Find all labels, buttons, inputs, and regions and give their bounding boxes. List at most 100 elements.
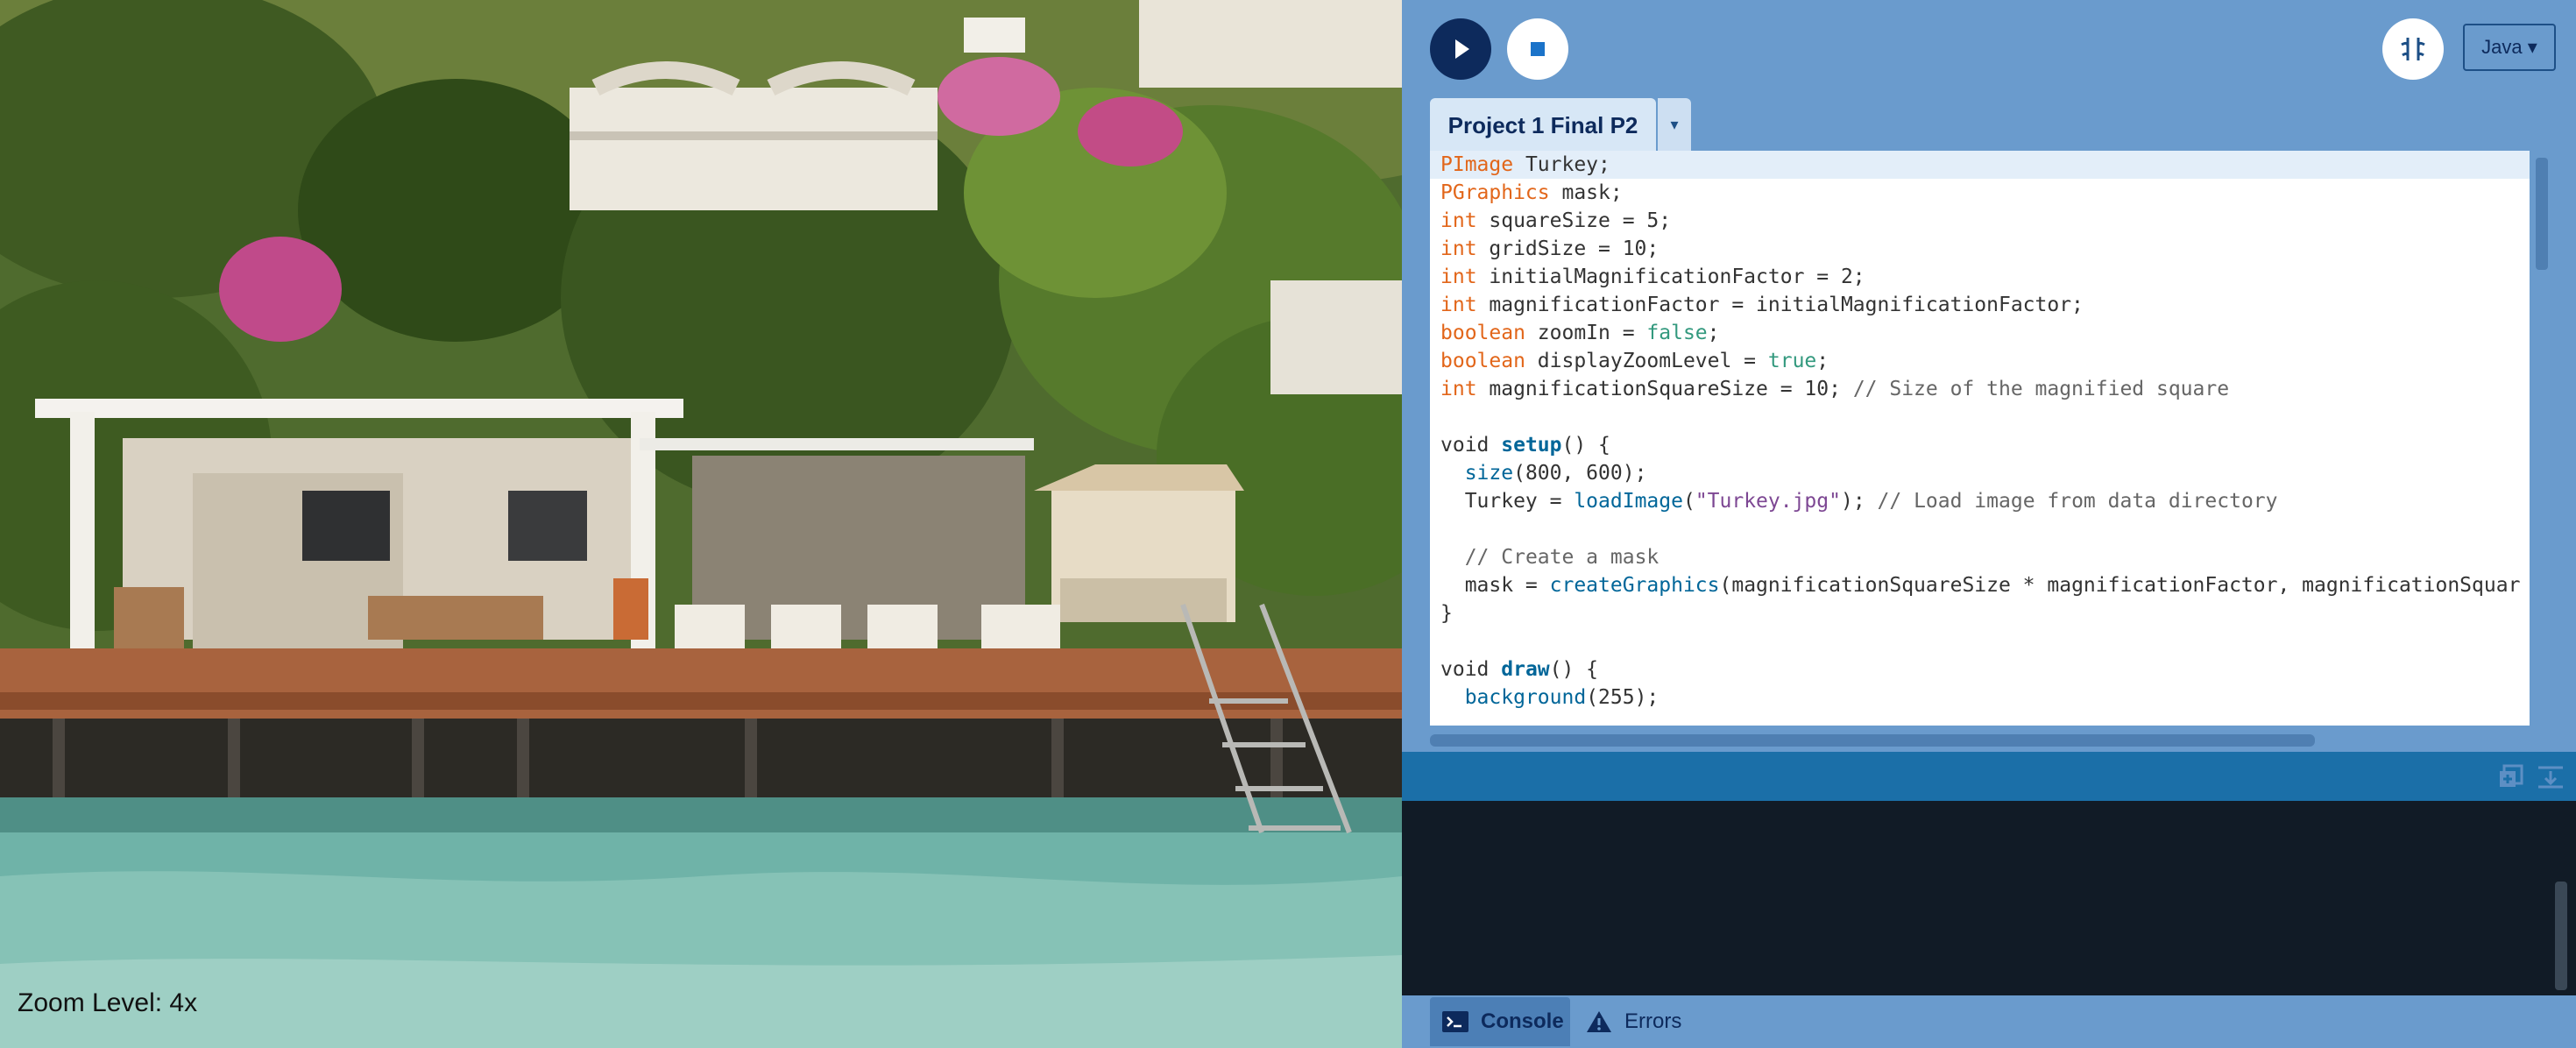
code-line[interactable]: 6int magnificationFactor = initialMagnif… <box>1430 291 2530 319</box>
processing-ide: Java ▾ Project 1 Final P2 ▾ 1PImage Turk… <box>1402 0 2576 1048</box>
horizontal-scrollbar[interactable] <box>1430 734 2315 747</box>
code-text: PGraphics mask; <box>1440 179 1623 207</box>
code-line[interactable]: 2PGraphics mask; <box>1430 179 2530 207</box>
code-line[interactable]: 9int magnificationSquareSize = 10; // Si… <box>1430 375 2530 403</box>
code-text: Turkey = loadImage("Turkey.jpg"); // Loa… <box>1440 487 2278 515</box>
mode-selector[interactable]: Java ▾ <box>2463 24 2556 71</box>
code-token: "Turkey.jpg" <box>1695 490 1841 513</box>
code-token: gridSize = 10; <box>1476 237 1660 260</box>
sketch-output-window[interactable]: Zoom Level: 4x <box>0 0 1402 1048</box>
code-text: boolean displayZoomLevel = true; <box>1440 347 1829 375</box>
code-text: int magnificationSquareSize = 10; // Siz… <box>1440 375 2229 403</box>
errors-tab-label: Errors <box>1624 1009 1682 1033</box>
code-line[interactable]: 5int initialMagnificationFactor = 2; <box>1430 263 2530 291</box>
code-line[interactable]: 19void draw() { <box>1430 655 2530 683</box>
code-token: zoomIn = <box>1525 322 1647 344</box>
code-token: false <box>1646 322 1708 344</box>
code-text: background(255); <box>1440 683 1660 712</box>
code-text: boolean zoomIn = false; <box>1440 319 1720 347</box>
errors-tab[interactable]: Errors <box>1586 997 1709 1046</box>
warning-icon <box>1587 1011 1611 1032</box>
code-token: ; <box>1816 350 1829 372</box>
code-token: boolean <box>1440 350 1525 372</box>
code-token: background <box>1464 686 1587 709</box>
code-line[interactable]: 11void setup() { <box>1430 431 2530 459</box>
code-line[interactable]: 3int squareSize = 5; <box>1430 207 2530 235</box>
code-token: ( <box>1682 490 1695 513</box>
debugger-button[interactable] <box>2382 18 2444 80</box>
code-line[interactable]: 10 <box>1430 403 2530 431</box>
code-token: mask = <box>1440 574 1550 597</box>
code-line[interactable]: 16 mask = createGraphics(magnificationSq… <box>1430 571 2530 599</box>
code-text: size(800, 600); <box>1440 459 1647 487</box>
code-token: loadImage <box>1574 490 1683 513</box>
code-text: void draw() { <box>1440 655 1598 683</box>
copy-icon[interactable] <box>2495 761 2527 792</box>
code-line[interactable]: 20 background(255); <box>1430 683 2530 712</box>
code-line[interactable]: 15 // Create a mask <box>1430 543 2530 571</box>
code-line[interactable]: 1PImage Turkey; <box>1430 151 2530 179</box>
code-token: } <box>1440 602 1453 625</box>
collapse-icon[interactable] <box>2535 761 2566 792</box>
code-token: void <box>1440 434 1502 457</box>
code-token: // Create a mask <box>1464 546 1660 569</box>
code-token: int <box>1440 294 1477 316</box>
code-line[interactable]: 13 Turkey = loadImage("Turkey.jpg"); // … <box>1430 487 2530 515</box>
editor-tabs: Project 1 Final P2 ▾ <box>1402 96 2576 151</box>
code-token: void <box>1440 658 1502 681</box>
code-token: size <box>1464 462 1514 485</box>
debugger-icon <box>2401 38 2425 60</box>
code-line[interactable]: 12 size(800, 600); <box>1430 459 2530 487</box>
code-token: createGraphics <box>1549 574 1720 597</box>
console-output[interactable] <box>1402 801 2576 995</box>
code-token: mask; <box>1549 181 1623 204</box>
stop-button[interactable] <box>1507 18 1568 80</box>
turkey-photo <box>0 0 1402 1048</box>
code-token: (800, 600); <box>1513 462 1647 485</box>
code-area[interactable]: 1PImage Turkey;2PGraphics mask;3int squa… <box>1430 151 2530 726</box>
code-token: magnificationSquareSize = 10; <box>1476 378 1853 400</box>
code-line[interactable]: 18 <box>1430 627 2530 655</box>
code-token: PImage <box>1440 153 1514 176</box>
code-token: initialMagnificationFactor = 2; <box>1476 266 1865 288</box>
vertical-scrollbar[interactable] <box>2536 158 2548 270</box>
code-text: int squareSize = 5; <box>1440 207 1671 235</box>
code-line[interactable]: 21 <box>1430 712 2530 726</box>
code-token: int <box>1440 237 1477 260</box>
code-token: int <box>1440 209 1477 232</box>
console-header <box>1402 752 2576 801</box>
code-line[interactable]: 14 <box>1430 515 2530 543</box>
code-text: int initialMagnificationFactor = 2; <box>1440 263 1865 291</box>
code-token: () { <box>1561 434 1610 457</box>
console-scrollbar[interactable] <box>2555 882 2567 990</box>
code-token: (255); <box>1586 686 1660 709</box>
code-line[interactable]: 17} <box>1430 599 2530 627</box>
code-text: PImage Turkey; <box>1440 151 1610 179</box>
tab-menu-button[interactable]: ▾ <box>1656 98 1691 151</box>
code-token: Turkey; <box>1513 153 1610 176</box>
code-token: () { <box>1549 658 1599 681</box>
toolbar: Java ▾ <box>1402 0 2576 96</box>
line-number-gutter <box>1402 151 1430 726</box>
console-tab[interactable]: Console <box>1430 997 1570 1046</box>
code-text: // Create a mask <box>1440 543 1660 571</box>
code-line[interactable]: 7boolean zoomIn = false; <box>1430 319 2530 347</box>
code-editor[interactable]: 1PImage Turkey;2PGraphics mask;3int squa… <box>1402 151 2576 726</box>
zoom-level-label: Zoom Level: 4x <box>18 988 198 1017</box>
code-token: ; <box>1707 322 1720 344</box>
code-token: setup <box>1501 434 1562 457</box>
code-token: boolean <box>1440 322 1525 344</box>
run-button[interactable] <box>1430 18 1491 80</box>
code-line[interactable]: 8boolean displayZoomLevel = true; <box>1430 347 2530 375</box>
code-token: (magnificationSquareSize * magnification… <box>1719 574 2521 597</box>
tab-project-1-final-p2[interactable]: Project 1 Final P2 <box>1430 98 1656 151</box>
code-token: magnificationFactor = initialMagnificati… <box>1476 294 2084 316</box>
stop-icon <box>1531 42 1545 56</box>
horizontal-scrollbar-track <box>1402 726 2576 752</box>
code-token: draw <box>1501 658 1550 681</box>
code-line[interactable]: 4int gridSize = 10; <box>1430 235 2530 263</box>
code-token: ); <box>1840 490 1878 513</box>
code-token: true <box>1767 350 1817 372</box>
